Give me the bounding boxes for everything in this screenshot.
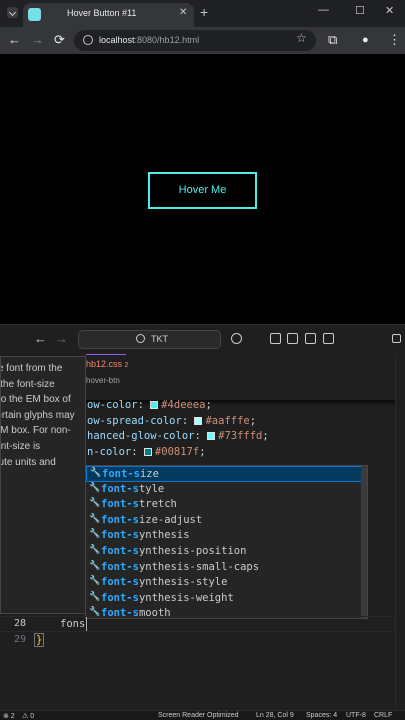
suggestion-font-size[interactable]: 🔧 font-size [86, 466, 367, 482]
toggle-panel-icon[interactable] [305, 333, 316, 344]
code-line: ow-color: #4deeea; [87, 399, 212, 411]
property-icon: 🔧 [89, 560, 101, 571]
property-icon: 🔧 [89, 591, 101, 602]
suggestion-font-size-adjust[interactable]: 🔧 font-size-adjust [86, 513, 367, 529]
line-number: 28 [13, 618, 26, 629]
hover-doc-text: Sets the height of the font from the EM … [0, 363, 75, 468]
closing-brace: } [34, 633, 45, 647]
warning-count[interactable]: ⚠ 0 [22, 712, 34, 720]
search-icon [136, 334, 145, 343]
indentation-status[interactable]: Spaces: 4 [306, 712, 337, 719]
editor-tab-hb12-css[interactable]: hb12.css 2 [86, 354, 129, 374]
minimize-icon[interactable]: — [318, 4, 329, 16]
maximize-icon[interactable]: ☐ [355, 4, 365, 17]
browser-toolbar: ← → ⟳ localhost:8080/hb12.html ☆ ⧉ ● ⋮ [0, 27, 405, 54]
suggestion-font-synthesis[interactable]: 🔧 font-synthesis [86, 528, 367, 544]
close-window-icon[interactable]: ✕ [385, 4, 394, 17]
property-icon: 🔧 [89, 545, 101, 555]
editor-scrollbar[interactable] [395, 354, 405, 710]
code-editor[interactable]: hb12.css 2 hover-btn ow-color: #4deeea; … [0, 354, 405, 710]
suggestion-font-stretch[interactable]: 🔧 font-stretch [86, 497, 367, 513]
color-swatch[interactable] [150, 401, 159, 409]
property-icon: 🔧 [89, 513, 101, 524]
vscode-title-bar: ← → TKT [0, 324, 405, 354]
suggestion-font-synthesis-weight[interactable]: 🔧 font-synthesis-weight [86, 591, 367, 607]
color-swatch[interactable] [194, 417, 203, 425]
property-icon: 🔧 [89, 482, 101, 493]
profile-icon[interactable]: ● [362, 32, 369, 48]
browser-tab[interactable]: Hover Button #11 ✕ [23, 3, 194, 27]
tab-search-icon[interactable] [7, 7, 18, 18]
property-icon: 🔧 [89, 576, 101, 587]
tab-title: Hover Button #11 [67, 8, 137, 18]
eol-status[interactable]: CRLF [374, 712, 392, 719]
color-swatch[interactable] [207, 432, 216, 440]
property-icon: 🔧 [90, 468, 102, 478]
suggestion-font-style[interactable]: 🔧 font-style [86, 482, 367, 498]
hover-me-button[interactable]: Hover Me [148, 172, 257, 209]
browser-tab-bar: Hover Button #11 ✕ + — ☐ ✕ [0, 0, 405, 27]
copilot-icon[interactable] [231, 333, 242, 344]
vscode-back-icon[interactable]: ← [34, 331, 47, 347]
suggestion-font-synthesis-small-caps[interactable]: 🔧 font-synthesis-small-caps [86, 560, 367, 576]
command-center-search[interactable]: TKT [78, 330, 221, 349]
back-icon[interactable]: ← [8, 32, 21, 48]
page-viewport: Hover Me [0, 54, 405, 324]
code-line: n-color: #00817f; [87, 446, 206, 458]
autocomplete-scrollbar[interactable] [361, 466, 367, 618]
browser-menu-icon[interactable]: ⋮ [388, 32, 401, 48]
new-tab-icon[interactable]: + [200, 4, 208, 20]
toggle-primary-sidebar-icon[interactable] [270, 333, 281, 344]
text-cursor [86, 617, 87, 631]
cursor-position[interactable]: Ln 28, Col 9 [256, 712, 294, 719]
property-icon: 🔧 [89, 498, 101, 509]
error-count[interactable]: ⊗ 2 [3, 712, 15, 720]
code-line: ow-spread-color: #aafffe; [87, 415, 257, 427]
autocomplete-list: 🔧 font-size 🔧 font-style 🔧 font-stretch 🔧 fo… [85, 465, 368, 619]
vscode-maximize-icon[interactable] [392, 334, 401, 343]
customize-layout-icon[interactable] [287, 333, 298, 344]
command-center-text: TKT [151, 334, 168, 344]
line-number: 29 [13, 634, 26, 645]
hover-documentation-panel: Sets the height of the font from the EM … [0, 356, 86, 614]
code-line: hanced-glow-color: #73fffd; [87, 430, 269, 442]
url-text: localhost:8080/hb12.html [99, 35, 200, 45]
property-icon: 🔧 [89, 529, 101, 540]
editor-tab-label: hb12.css 2 [86, 359, 129, 369]
typed-text: fons [60, 618, 86, 630]
bookmark-star-icon[interactable]: ☆ [296, 31, 307, 45]
tab-close-icon[interactable]: ✕ [179, 7, 187, 18]
color-swatch[interactable] [143, 448, 152, 456]
forward-icon[interactable]: → [31, 32, 44, 48]
encoding-status[interactable]: UTF-8 [346, 712, 366, 719]
site-info-icon[interactable] [83, 35, 93, 45]
favicon-icon [28, 8, 41, 21]
vscode-forward-icon[interactable]: → [55, 331, 68, 347]
breadcrumb[interactable]: hover-btn [86, 376, 120, 385]
status-bar: ⊗ 2 ⚠ 0 Screen Reader Optimized Ln 28, C… [0, 710, 405, 720]
suggestion-font-synthesis-position[interactable]: 🔧 font-synthesis-position [86, 544, 367, 560]
toggle-secondary-sidebar-icon[interactable] [323, 333, 334, 344]
screen-reader-status[interactable]: Screen Reader Optimized [158, 712, 239, 719]
address-bar[interactable]: localhost:8080/hb12.html [74, 30, 316, 51]
reload-icon[interactable]: ⟳ [54, 32, 65, 48]
extensions-icon[interactable]: ⧉ [328, 32, 337, 48]
suggestion-font-synthesis-style[interactable]: 🔧 font-synthesis-style [86, 575, 367, 591]
